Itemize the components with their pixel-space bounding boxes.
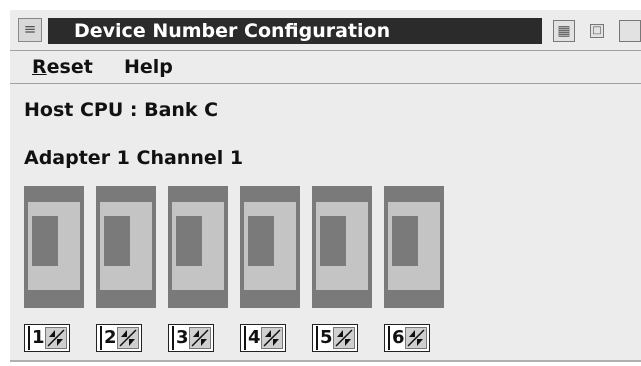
menu-reset[interactable]: Reset — [32, 55, 93, 79]
spin-arrows-icon[interactable] — [189, 327, 211, 349]
device-number-value[interactable]: 1 — [28, 326, 45, 350]
system-menu-icon[interactable]: ≡ — [18, 18, 42, 42]
spin-arrows-icon[interactable] — [261, 327, 283, 349]
minimize-icon[interactable]: ▦ — [553, 20, 575, 42]
window-title: Device Number Configuration — [48, 18, 542, 44]
title-bar: ≡ Device Number Configuration ▦ □ — [10, 10, 641, 51]
spin-arrows-icon[interactable] — [405, 327, 427, 349]
device-slot-1[interactable] — [24, 186, 84, 308]
menu-reset-label: eset — [46, 56, 93, 78]
device-slot-4[interactable] — [240, 186, 300, 308]
device-slot-panel — [28, 202, 80, 290]
device-slot-block — [248, 216, 274, 266]
menu-reset-mnemonic: R — [32, 56, 47, 78]
menu-bar: Reset Help — [10, 51, 641, 84]
device-number-spinner-3[interactable]: 3 — [168, 324, 214, 352]
device-number-spinner-1[interactable]: 1 — [24, 324, 70, 352]
device-number-configuration-window: ≡ Device Number Configuration ▦ □ Reset … — [0, 0, 641, 366]
device-slot-6[interactable] — [384, 186, 444, 308]
device-number-value[interactable]: 3 — [172, 326, 189, 350]
window-bottom-divider — [10, 360, 641, 362]
device-slot-block — [392, 216, 418, 266]
device-slot-3[interactable] — [168, 186, 228, 308]
device-slot-2[interactable] — [96, 186, 156, 308]
spin-arrows-icon[interactable] — [45, 327, 67, 349]
menu-help[interactable]: Help — [124, 55, 173, 79]
device-slot-panel — [244, 202, 296, 290]
device-slot-panel — [316, 202, 368, 290]
device-number-spinner-6[interactable]: 6 — [384, 324, 430, 352]
device-slot-block — [32, 216, 58, 266]
device-number-value[interactable]: 2 — [100, 326, 117, 350]
device-number-spinner-4[interactable]: 4 — [240, 324, 286, 352]
adapter-channel-label: Adapter 1 Channel 1 — [24, 147, 244, 169]
device-slot-panel — [100, 202, 152, 290]
device-number-value[interactable]: 6 — [388, 326, 405, 350]
spin-arrows-icon[interactable] — [333, 327, 355, 349]
device-number-spinner-2[interactable]: 2 — [96, 324, 142, 352]
device-slot-panel — [172, 202, 224, 290]
restore-icon[interactable]: □ — [590, 24, 604, 38]
device-slot-panel — [388, 202, 440, 290]
device-slot-block — [176, 216, 202, 266]
spin-arrows-icon[interactable] — [117, 327, 139, 349]
device-number-spinner-5[interactable]: 5 — [312, 324, 358, 352]
host-cpu-label: Host CPU : Bank C — [24, 99, 219, 121]
device-slot-block — [320, 216, 346, 266]
maximize-icon[interactable] — [619, 20, 641, 42]
device-slot-5[interactable] — [312, 186, 372, 308]
device-number-value[interactable]: 5 — [316, 326, 333, 350]
device-number-value[interactable]: 4 — [244, 326, 261, 350]
device-slots — [24, 186, 624, 316]
device-slot-block — [104, 216, 130, 266]
